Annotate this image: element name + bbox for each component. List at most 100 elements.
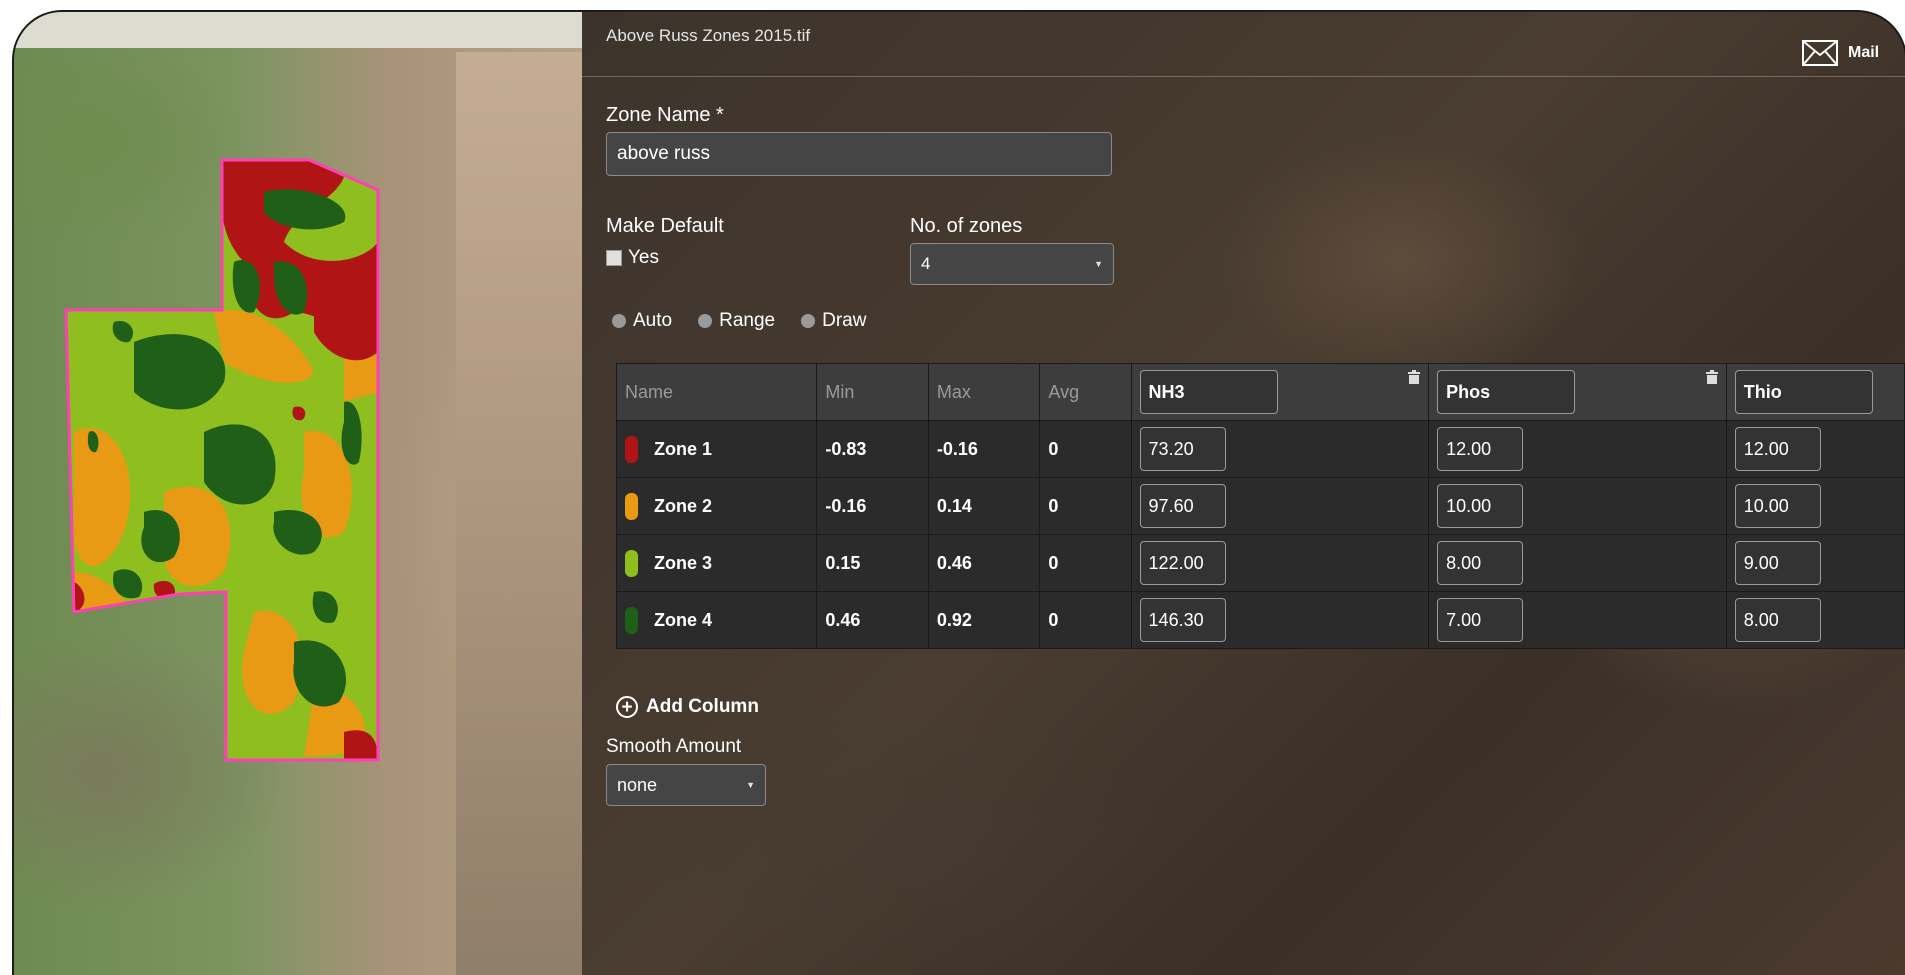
rate-cell: 8.00 [1428, 534, 1727, 592]
zone-label: Zone 3 [654, 552, 713, 573]
rate-input[interactable]: 10.00 [1437, 484, 1524, 528]
rate-cell: 146.30 [1130, 591, 1430, 649]
product-name-input[interactable]: Phos [1437, 370, 1576, 414]
smooth-amount-select[interactable]: none ▼ [606, 764, 766, 806]
radio-auto[interactable]: Auto [612, 310, 672, 332]
rate-input[interactable]: 122.00 [1139, 541, 1226, 585]
col-max-header: Max [927, 363, 1041, 421]
table-row: Zone 1 -0.83 -0.16 0 73.20 12.00 12.00 [615, 420, 1905, 478]
radio-dot[interactable] [801, 314, 816, 328]
num-zones-value: 4 [921, 254, 931, 273]
header-divider [582, 76, 1905, 77]
rate-cell: 12.00 [1725, 420, 1905, 478]
rate-input[interactable]: 8.00 [1734, 598, 1821, 642]
zone-color-swatch[interactable] [625, 606, 638, 634]
rate-input[interactable]: 12.00 [1734, 427, 1821, 471]
radio-draw[interactable]: Draw [801, 310, 866, 332]
smooth-amount-label: Smooth Amount [606, 736, 742, 757]
file-title: Above Russ Zones 2015.tif [606, 26, 811, 45]
max-cell: 0.46 [927, 534, 1041, 592]
zone-table: Name Min Max Avg NH3 Phos Thio Zone 1 -0… [615, 363, 1905, 649]
zone-name: Zone 1 [625, 435, 816, 463]
table-row: Zone 4 0.46 0.92 0 146.30 7.00 8.00 [615, 591, 1905, 649]
zone-name: Zone 4 [625, 606, 816, 634]
envelope-icon [1802, 40, 1838, 66]
radio-dot[interactable] [698, 314, 713, 328]
zone-name-label: Zone Name * [606, 104, 724, 126]
table-header-row: Name Min Max Avg NH3 Phos Thio [615, 363, 1905, 421]
radio-dot[interactable] [612, 314, 626, 328]
max-cell: 0.92 [927, 591, 1041, 649]
rate-input[interactable]: 12.00 [1437, 427, 1524, 471]
rate-cell: 9.00 [1725, 534, 1905, 592]
col-product-phos-header: Phos [1428, 363, 1727, 421]
product-name-input[interactable]: NH3 [1139, 370, 1278, 414]
mail-button[interactable]: Mail [1802, 40, 1879, 66]
min-cell: -0.83 [816, 420, 929, 478]
num-zones-label: No. of zones [910, 215, 1023, 237]
mail-label: Mail [1848, 44, 1880, 61]
app-window: Above Russ Zones 2015.tif Mail Zone Name… [14, 12, 1905, 975]
max-cell: -0.16 [927, 420, 1041, 478]
zone-color-swatch[interactable] [625, 492, 638, 520]
min-cell: -0.16 [816, 477, 929, 535]
add-column-label: Add Column [646, 696, 759, 717]
col-product-thio-header: Thio [1725, 363, 1905, 421]
rate-input[interactable]: 9.00 [1734, 541, 1821, 585]
zone-name-input[interactable]: above russ [606, 132, 1112, 176]
rate-cell: 97.60 [1130, 477, 1430, 535]
zone-label: Zone 4 [654, 609, 713, 630]
add-column-button[interactable]: + Add Column [616, 696, 759, 718]
zone-color-swatch[interactable] [625, 549, 638, 577]
rate-cell: 10.00 [1725, 477, 1905, 535]
col-product-nh3-header: NH3 [1130, 363, 1430, 421]
col-avg-header: Avg [1039, 363, 1132, 421]
rate-cell: 8.00 [1725, 591, 1905, 649]
min-cell: 0.46 [816, 591, 929, 649]
radio-auto-label: Auto [633, 310, 673, 331]
make-default-checkbox[interactable]: Yes [606, 247, 659, 269]
zone-map-overlay[interactable] [14, 12, 582, 975]
rate-input[interactable]: 10.00 [1734, 484, 1821, 528]
rate-input[interactable]: 97.60 [1139, 484, 1226, 528]
avg-cell: 0 [1039, 477, 1132, 535]
trash-icon[interactable] [1408, 370, 1421, 384]
chevron-down-icon: ▼ [746, 780, 755, 790]
rate-cell: 7.00 [1428, 591, 1727, 649]
rate-input[interactable]: 73.20 [1139, 427, 1226, 471]
chevron-down-icon: ▼ [1094, 259, 1103, 269]
radio-range[interactable]: Range [698, 310, 775, 332]
mode-radio-group: Auto Range Draw [612, 310, 866, 332]
col-min-header: Min [816, 363, 929, 421]
zone-name: Zone 3 [625, 549, 816, 577]
smooth-amount-value: none [617, 774, 658, 795]
avg-cell: 0 [1039, 591, 1132, 649]
num-zones-select[interactable]: 4 ▼ [910, 243, 1114, 285]
col-name-header: Name [615, 363, 818, 421]
rate-cell: 122.00 [1130, 534, 1430, 592]
rate-input[interactable]: 146.30 [1139, 598, 1226, 642]
rate-cell: 12.00 [1428, 420, 1727, 478]
min-cell: 0.15 [816, 534, 929, 592]
satellite-map[interactable] [14, 12, 582, 975]
rate-input[interactable]: 7.00 [1437, 598, 1524, 642]
table-row: Zone 3 0.15 0.46 0 122.00 8.00 9.00 [615, 534, 1905, 592]
zone-label: Zone 1 [654, 438, 713, 459]
product-name-input[interactable]: Thio [1734, 370, 1873, 414]
zone-name-cell: Zone 3 [615, 534, 818, 592]
zone-color-swatch[interactable] [625, 435, 638, 463]
zone-name-cell: Zone 1 [615, 420, 818, 478]
zone-name-cell: Zone 4 [615, 591, 818, 649]
make-default-option: Yes [628, 247, 659, 268]
max-cell: 0.14 [927, 477, 1041, 535]
avg-cell: 0 [1039, 420, 1132, 478]
radio-draw-label: Draw [822, 310, 867, 331]
checkbox-box[interactable] [606, 249, 622, 266]
rate-cell: 10.00 [1428, 477, 1727, 535]
rate-input[interactable]: 8.00 [1437, 541, 1524, 585]
avg-cell: 0 [1039, 534, 1132, 592]
zone-panel: Above Russ Zones 2015.tif Mail Zone Name… [582, 12, 1905, 975]
radio-range-label: Range [719, 310, 776, 331]
trash-icon[interactable] [1705, 370, 1718, 384]
table-row: Zone 2 -0.16 0.14 0 97.60 10.00 10.00 [615, 477, 1905, 535]
